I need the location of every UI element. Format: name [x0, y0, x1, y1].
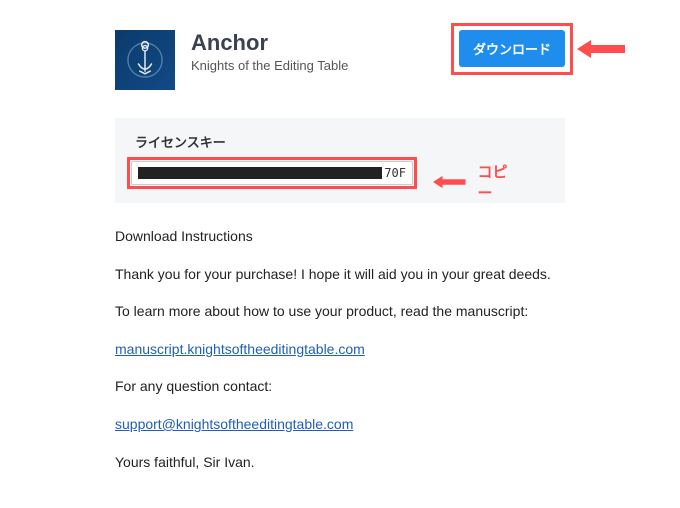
instructions: Download Instructions Thank you for your… — [115, 227, 565, 472]
product-title: Anchor — [191, 30, 459, 56]
manuscript-link[interactable]: manuscript.knightsoftheeditingtable.com — [115, 341, 365, 357]
instructions-question: For any question contact: — [115, 377, 565, 397]
instructions-heading: Download Instructions — [115, 227, 565, 247]
license-section: ライセンスキー 70F コピー — [115, 118, 565, 203]
app-icon-anchor — [115, 30, 175, 90]
instructions-learnmore: To learn more about how to use your prod… — [115, 302, 565, 322]
annotation-copy-label: コピー — [478, 161, 509, 203]
license-key-redacted — [138, 167, 382, 179]
annotation-arrow-download — [577, 40, 625, 58]
header: Anchor Knights of the Editing Table ダウンロ… — [115, 30, 565, 90]
download-wrap: ダウンロード — [459, 30, 565, 67]
instructions-signoff: Yours faithful, Sir Ivan. — [115, 453, 565, 473]
download-button[interactable]: ダウンロード — [459, 30, 565, 67]
license-label: ライセンスキー — [135, 132, 549, 151]
annotation-arrow-copy: コピー — [433, 161, 508, 203]
license-key-suffix: 70F — [382, 166, 406, 180]
instructions-thankyou: Thank you for your purchase! I hope it w… — [115, 265, 565, 285]
license-key-field[interactable]: 70F — [131, 161, 413, 185]
product-subtitle: Knights of the Editing Table — [191, 58, 459, 73]
title-block: Anchor Knights of the Editing Table — [191, 30, 459, 73]
license-key-wrap: 70F コピー — [131, 161, 413, 185]
support-link[interactable]: support@knightsoftheeditingtable.com — [115, 416, 353, 432]
